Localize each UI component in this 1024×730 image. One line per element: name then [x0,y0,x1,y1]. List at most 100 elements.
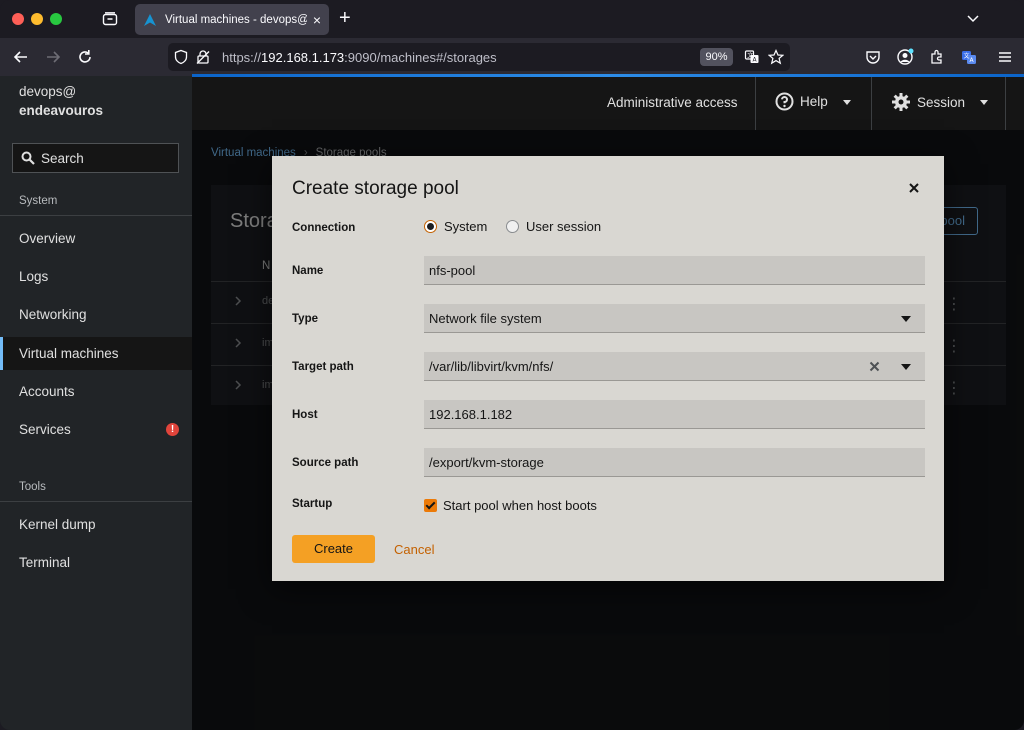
caret-down-icon [842,99,851,105]
host-switcher[interactable]: devops@ endeavouros [0,76,192,132]
minimize-window-button[interactable] [31,13,43,25]
new-tab-icon[interactable]: + [339,8,351,28]
create-button[interactable]: Create [292,535,375,563]
caret-down-icon[interactable] [901,364,911,370]
radio-checked-icon [424,220,437,233]
sidebar-item-label: Services [19,422,71,437]
sidebar-item-services[interactable]: Services! [0,413,192,446]
close-window-button[interactable] [12,13,24,25]
sidebar-item-networking[interactable]: Networking [0,298,192,331]
dialog-title: Create storage pool [292,178,459,199]
create-storage-pool-dialog: Create storage pool Connection System Us… [272,156,944,581]
maximize-window-button[interactable] [50,13,62,25]
target-path-value: /var/lib/libvirt/kvm/nfs/ [429,358,554,374]
gear-icon [892,93,910,111]
hamburger-menu-icon[interactable] [996,48,1014,66]
sidebar-item-label: Virtual machines [19,346,119,361]
chevron-down-icon[interactable] [966,11,980,25]
caret-down-icon [901,316,911,322]
close-icon[interactable] [908,182,920,194]
extensions-puzzle-icon[interactable] [928,48,946,66]
section-tools: Tools [19,481,46,493]
sidebar-item-accounts[interactable]: Accounts [0,375,192,408]
radio-label: User session [526,219,602,234]
translate-extension-icon[interactable]: 文A [960,48,978,66]
host-label: Host [292,409,318,421]
sidebar-item-virtual-machines[interactable]: Virtual machines [0,337,192,370]
source-path-value: /export/kvm-storage [429,454,544,470]
name-value: nfs-pool [429,262,476,278]
divider [1005,77,1006,130]
tab-close-icon[interactable]: × [313,12,321,28]
source-path-input[interactable]: /export/kvm-storage [424,448,925,477]
divider [0,215,192,216]
help-label: Help [800,94,828,109]
shield-icon[interactable] [173,49,189,65]
startup-checkbox-label: Start pool when host boots [443,498,597,513]
divider [0,501,192,502]
radio-label: System [444,219,488,234]
target-path-combobox[interactable]: /var/lib/libvirt/kvm/nfs/ [424,352,925,381]
cancel-button[interactable]: Cancel [394,542,434,557]
sidebar-item-label: Networking [19,307,87,322]
sidebar-item-terminal[interactable]: Terminal [0,546,192,579]
sidebar-item-logs[interactable]: Logs [0,260,192,293]
pocket-icon[interactable] [864,48,882,66]
url-bar[interactable]: https://192.168.1.173:9090/machines#/sto… [168,43,790,71]
sidebar-item-label: Terminal [19,555,71,570]
connection-system-radio[interactable]: System [424,219,487,234]
help-icon [775,92,794,111]
type-value: Network file system [429,310,542,326]
session-label: Session [917,94,966,110]
help-menu-button[interactable]: Help [775,92,852,111]
radio-unchecked-icon [506,220,519,233]
tab-virtual-machines[interactable]: Virtual machines - devops@endeavouros × [135,4,329,35]
connection-label: Connection [292,222,356,234]
host-value: 192.168.1.182 [429,406,513,422]
reload-icon[interactable] [76,48,94,66]
checkbox-checked-icon [424,499,437,512]
host-input[interactable]: 192.168.1.182 [424,400,925,429]
firefox-view-icon[interactable] [102,11,118,27]
sidebar-item-overview[interactable]: Overview [0,222,192,255]
navigation-toolbar: https://192.168.1.173:9090/machines#/sto… [0,38,1024,76]
type-select[interactable]: Network file system [424,304,925,333]
divider [755,77,756,130]
insecure-lock-icon[interactable] [195,49,211,65]
sidebar-item-kernel-dump[interactable]: Kernel dump [0,508,192,541]
sidebar-item-label: Kernel dump [19,517,96,532]
account-avatar-icon[interactable] [896,48,914,66]
browser-window: Virtual machines - devops@endeavouros × … [0,0,1024,730]
host-name: endeavouros [19,103,104,118]
startup-label: Startup [292,498,333,510]
bookmark-star-icon[interactable] [768,49,784,65]
session-menu-button[interactable]: Session [891,92,989,112]
forward-arrow-icon[interactable] [44,48,62,66]
host-user: devops@ [19,84,77,99]
connection-user-session-radio[interactable]: User session [506,219,601,234]
source-path-label: Source path [292,457,359,469]
sidebar-item-label: Logs [19,269,49,284]
sidebar-item-label: Overview [19,231,76,246]
search-label: Search [41,150,84,166]
sidebar: devops@ endeavouros Search System Overvi… [0,76,192,730]
type-label: Type [292,313,318,325]
search-input[interactable]: Search [12,143,179,173]
section-system: System [19,195,58,207]
arch-logo-icon [144,13,156,26]
caret-down-icon [980,100,989,105]
back-arrow-icon[interactable] [12,48,30,66]
name-input[interactable]: nfs-pool [424,256,925,285]
masthead: Administrative access Help Session [192,77,1024,130]
tab-title: Virtual machines - devops@endeavouros [165,13,307,26]
target-path-label: Target path [292,361,354,373]
translate-icon[interactable]: 文A [744,49,760,65]
search-icon [21,151,35,165]
administrative-access-button[interactable]: Administrative access [607,95,738,110]
tab-strip: Virtual machines - devops@endeavouros × … [0,0,1024,38]
clear-icon[interactable] [869,361,880,372]
url-text: https://192.168.1.173:9090/machines#/sto… [222,50,497,65]
zoom-level-badge[interactable]: 90% [700,48,733,66]
name-label: Name [292,265,324,277]
startup-checkbox[interactable]: Start pool when host boots [424,498,597,513]
